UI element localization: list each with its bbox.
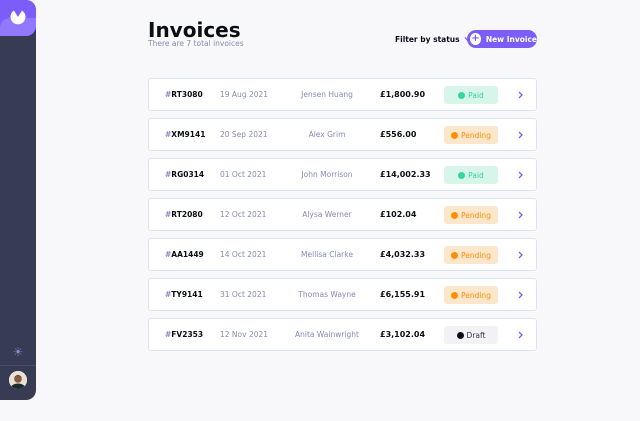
invoice-amount: £1,800.90 (380, 90, 426, 99)
invoice-row[interactable]: #RT3080 19 Aug 2021 Jensen Huang £1,800.… (148, 78, 537, 111)
status-dot (451, 211, 458, 219)
chevron-right-icon[interactable] (516, 291, 524, 299)
invoice-amount: £6,155.91 (380, 290, 426, 299)
avatar-image (9, 371, 27, 389)
due-date: 31 Oct 2021 (220, 290, 267, 299)
invoice-amount: £556.00 (380, 130, 417, 139)
status-badge: Pending (444, 126, 498, 144)
avatar[interactable] (9, 371, 27, 389)
plus-icon: + (470, 33, 481, 45)
invoice-id: #RT3080 (165, 90, 203, 99)
status-dot (451, 291, 458, 299)
status-badge: Paid (444, 166, 498, 184)
invoice-id: #FV2353 (165, 330, 204, 339)
invoice-id: #RG0314 (165, 170, 205, 179)
invoice-amount: £102.04 (380, 210, 417, 219)
client-name: Jensen Huang (301, 90, 353, 99)
invoice-amount: £4,032.33 (380, 250, 426, 259)
status-dot (451, 251, 458, 259)
client-name: Anita Wainwright (294, 330, 359, 339)
client-name: Thomas Wayne (298, 290, 356, 299)
status-dot (456, 331, 464, 339)
due-date: 20 Sep 2021 (220, 130, 268, 139)
chevron-right-icon[interactable] (516, 211, 524, 219)
status-badge: Draft (444, 326, 498, 344)
sun-icon[interactable]: ☀ (11, 345, 25, 359)
status-badge: Paid (444, 86, 498, 104)
chevron-right-icon[interactable] (516, 331, 524, 339)
invoice-id: #AA1449 (165, 250, 204, 259)
due-date: 12 Oct 2021 (220, 210, 267, 219)
invoice-count: There are 7 total invoices (148, 39, 244, 48)
status-badge: Pending (444, 286, 498, 304)
logo-icon (10, 10, 26, 25)
chevron-right-icon[interactable] (516, 91, 524, 99)
status-dot (458, 91, 466, 99)
status-badge: Pending (444, 206, 498, 224)
invoice-id: #TY9141 (165, 290, 203, 299)
status-dot (458, 171, 466, 179)
due-date: 01 Oct 2021 (220, 170, 267, 179)
logo[interactable] (0, 0, 36, 36)
invoice-row[interactable]: #AA1449 14 Oct 2021 Mellisa Clarke £4,03… (148, 238, 537, 271)
filter-by-status-dropdown[interactable]: Filter by status (395, 32, 472, 46)
invoice-row[interactable]: #RT2080 12 Oct 2021 Alysa Werner £102.04… (148, 198, 537, 231)
chevron-right-icon[interactable] (516, 131, 524, 139)
chevron-right-icon[interactable] (516, 171, 524, 179)
invoice-id: #XM9141 (165, 130, 206, 139)
sidebar: ☀ (0, 0, 36, 400)
invoice-id: #RT2080 (165, 210, 203, 219)
client-name: Alex Grim (308, 130, 346, 139)
due-date: 14 Oct 2021 (220, 250, 267, 259)
invoice-row[interactable]: #TY9141 31 Oct 2021 Thomas Wayne £6,155.… (148, 278, 537, 311)
new-invoice-button[interactable]: + New Invoice (467, 30, 537, 48)
chevron-right-icon[interactable] (516, 251, 524, 259)
client-name: John Morrison (301, 170, 353, 179)
invoice-row[interactable]: #XM9141 20 Sep 2021 Alex Grim £556.00 Pe… (148, 118, 537, 151)
invoice-amount: £14,002.33 (380, 170, 431, 179)
status-badge: Pending (444, 246, 498, 264)
invoice-row[interactable]: #RG0314 01 Oct 2021 John Morrison £14,00… (148, 158, 537, 191)
due-date: 19 Aug 2021 (220, 90, 269, 99)
filter-label: Filter by status (395, 34, 460, 44)
due-date: 12 Nov 2021 (220, 330, 269, 339)
client-name: Mellisa Clarke (301, 250, 353, 259)
sidebar-divider (0, 365, 36, 366)
new-invoice-label: New Invoice (485, 34, 537, 44)
status-dot (451, 131, 458, 139)
invoice-amount: £3,102.04 (380, 330, 426, 339)
invoice-row[interactable]: #FV2353 12 Nov 2021 Anita Wainwright £3,… (148, 318, 537, 351)
client-name: Alysa Werner (302, 210, 352, 219)
